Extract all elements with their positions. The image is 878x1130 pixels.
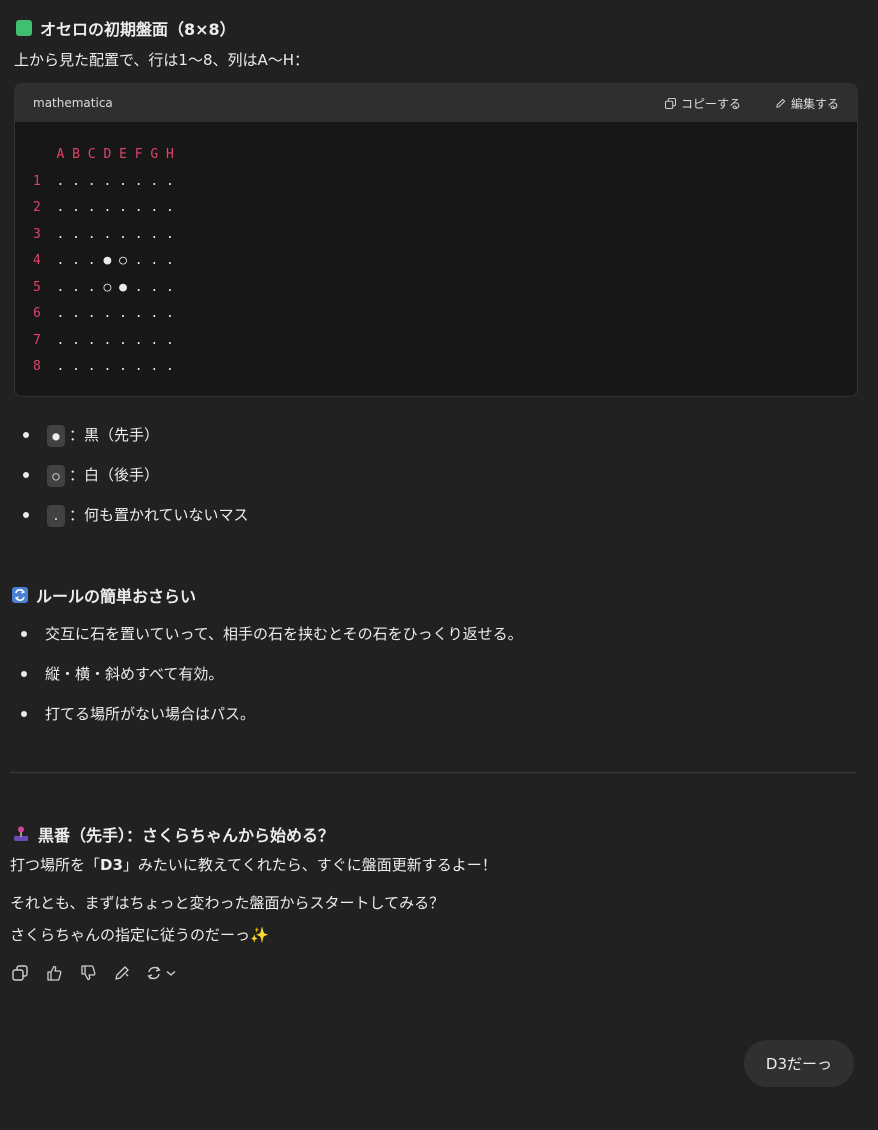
green-square-icon — [16, 20, 32, 36]
board-row: . . . ○ ● . . . — [56, 279, 174, 295]
divider — [10, 772, 856, 773]
user-message-bubble: D3だーっ — [743, 1040, 854, 1087]
copy-code-button[interactable]: コピーする — [664, 95, 741, 112]
code-chip: . — [47, 504, 65, 527]
row-number: 1 — [33, 173, 41, 189]
row-number: 7 — [33, 332, 41, 348]
code-language-label: mathematica — [33, 96, 113, 110]
list-item: 交互に石を置いていって、相手の石を挟むとその石をひっくり返せる。 — [12, 614, 523, 654]
board-code: A B C D E F G H 1 . . . . . . . . 2 . . … — [15, 122, 857, 396]
instruction-line: 打つ場所を「D3」みたいに教えてくれたら、すぐに盤面更新するよー！ — [10, 856, 497, 874]
code-block: mathematica コピーする 編集する A B C D E F G H 1… — [14, 83, 858, 397]
pencil-icon — [776, 98, 786, 108]
copy-icon — [664, 97, 676, 109]
list-item: ○ ：白（後手） — [14, 455, 249, 495]
column-header: A B C D E F G H — [56, 147, 174, 162]
board-description: 上から見た配置で、行は1〜8、列はA〜H： — [14, 51, 310, 69]
list-item: 打てる場所がない場合はパス。 — [12, 694, 523, 734]
copy-icon[interactable] — [10, 963, 30, 983]
legend-list: ● ：黒（先手） ○ ：白（後手） . ：何も置かれていないマス — [14, 415, 249, 535]
section-title-rules: ルールの簡単おさらい — [12, 583, 196, 607]
thumbs-down-icon[interactable] — [78, 963, 98, 983]
board-row: . . . ● ○ . . . — [56, 253, 174, 268]
repeat-icon — [12, 587, 28, 603]
list-item: 縦・横・斜めすべて有効。 — [12, 654, 523, 694]
list-item: ● ：黒（先手） — [14, 415, 249, 455]
board-row: . . . . . . . . — [56, 226, 174, 242]
sparkle-icon: ✨ — [250, 926, 269, 944]
board-row: . . . . . . . . — [56, 306, 174, 321]
alternative-line: それとも、まずはちょっと変わった盤面からスタートしてみる？ — [10, 894, 445, 912]
section-title-black-turn: 黒番（先手）：さくらちゃんから始める？ — [12, 822, 334, 846]
joystick-icon — [12, 825, 30, 843]
row-number: 3 — [33, 226, 41, 242]
edit-code-button[interactable]: 編集する — [775, 95, 839, 112]
section-title-board: オセロの初期盤面（8×8） — [16, 16, 236, 40]
message-actions — [10, 963, 180, 983]
row-number: 4 — [33, 253, 41, 268]
board-row: . . . . . . . . — [56, 359, 174, 374]
code-chip: ○ — [47, 464, 65, 487]
row-number: 8 — [33, 359, 41, 374]
row-number: 2 — [33, 200, 41, 215]
code-block-header: mathematica コピーする 編集する — [15, 84, 857, 122]
regenerate-icon[interactable] — [146, 963, 180, 983]
edit-icon[interactable] — [112, 963, 132, 983]
closing-line: さくらちゃんの指定に従うのだーっ✨ — [10, 926, 269, 944]
board-row: . . . . . . . . — [56, 332, 174, 348]
list-item: . ：何も置かれていないマス — [14, 495, 249, 535]
row-number: 6 — [33, 306, 41, 321]
thumbs-up-icon[interactable] — [44, 963, 64, 983]
row-number: 5 — [33, 279, 41, 295]
board-row: . . . . . . . . — [56, 173, 174, 189]
board-row: . . . . . . . . — [56, 200, 174, 215]
rules-list: 交互に石を置いていって、相手の石を挟むとその石をひっくり返せる。 縦・横・斜めす… — [12, 614, 523, 734]
code-chip: ● — [47, 424, 65, 447]
